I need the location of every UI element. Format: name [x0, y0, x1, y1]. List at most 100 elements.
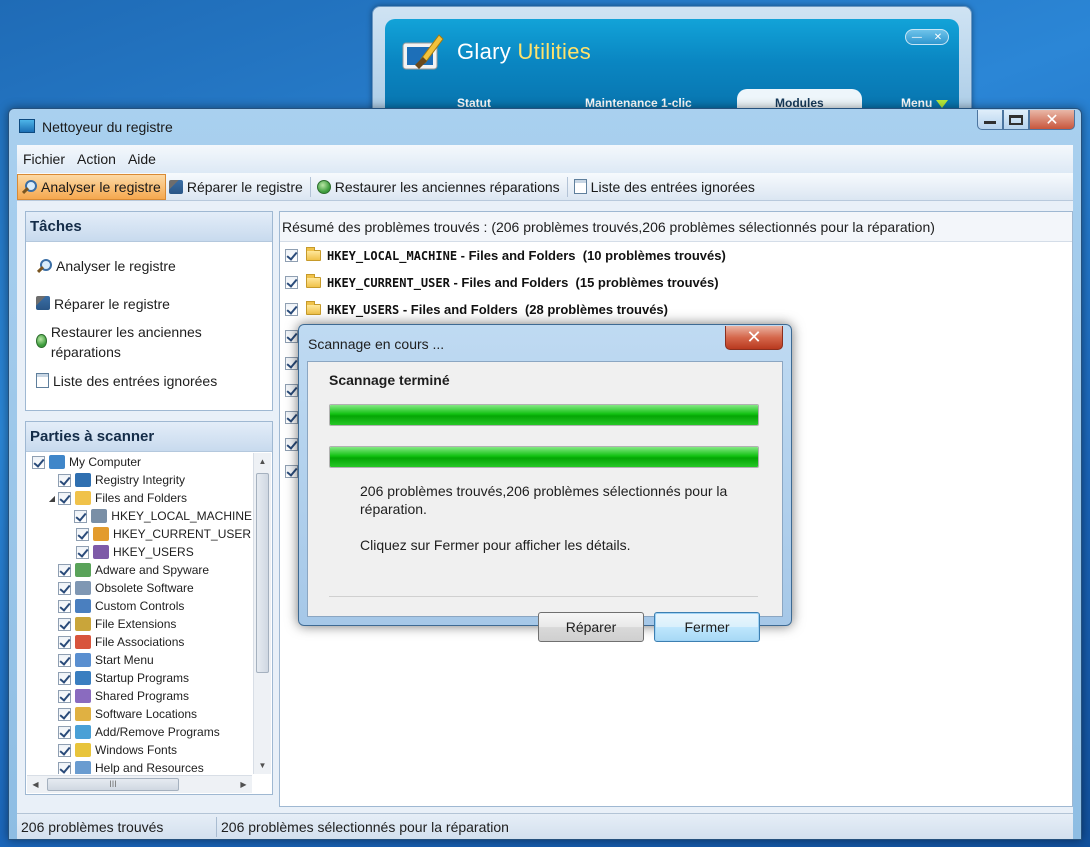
scan-parts-header: Parties à scanner: [26, 422, 272, 452]
result-checkbox[interactable]: [285, 303, 298, 316]
tree-node[interactable]: Add/Remove Programs: [26, 723, 252, 741]
tree-checkbox[interactable]: [58, 473, 71, 487]
tree-node[interactable]: Startup Programs: [26, 669, 252, 687]
scroll-up-icon[interactable]: ▲: [254, 453, 271, 470]
restore-icon: [316, 179, 331, 194]
tree-checkbox[interactable]: [58, 563, 71, 577]
scroll-down-icon[interactable]: ▼: [254, 757, 271, 774]
tree-checkbox[interactable]: [74, 509, 88, 523]
close-dialog-button[interactable]: Fermer: [654, 612, 760, 642]
maximize-button[interactable]: [1003, 110, 1029, 130]
tree-node[interactable]: Custom Controls: [26, 597, 252, 615]
task-ignored-list[interactable]: Liste des entrées ignorées: [26, 371, 272, 391]
close-icon[interactable]: ✕: [934, 32, 942, 43]
result-checkbox[interactable]: [285, 465, 298, 478]
menu-arrow-icon: [936, 99, 949, 108]
tree-node[interactable]: Registry Integrity: [26, 471, 252, 489]
tree-checkbox[interactable]: [76, 527, 89, 541]
result-row[interactable]: HKEY_LOCAL_MACHINE - Files and Folders (…: [280, 242, 1072, 269]
result-checkbox[interactable]: [285, 276, 298, 289]
tree-checkbox[interactable]: [58, 653, 71, 667]
tree-node-label: File Extensions: [95, 617, 177, 631]
result-row[interactable]: HKEY_USERS - Files and Folders (28 probl…: [280, 296, 1072, 323]
result-row[interactable]: HKEY_CURRENT_USER - Files and Folders (1…: [280, 269, 1072, 296]
tree-checkbox[interactable]: [58, 671, 71, 685]
collapse-arrow-icon[interactable]: ◢: [46, 492, 58, 504]
tree-node[interactable]: ◢ Files and Folders: [26, 489, 252, 507]
tree-node[interactable]: Windows Fonts: [26, 741, 252, 759]
tree-node[interactable]: File Extensions: [26, 615, 252, 633]
dialog-body: Scannage terminé 206 problèmes trouvés,2…: [307, 361, 783, 642]
horizontal-scrollbar[interactable]: ◀ III ▶: [27, 775, 252, 793]
result-checkbox[interactable]: [285, 357, 298, 370]
tree-node-label: Windows Fonts: [95, 743, 178, 757]
tree-checkbox[interactable]: [58, 599, 71, 613]
vertical-scrollbar[interactable]: ▲ ▼: [253, 453, 271, 774]
task-restore[interactable]: Restaurer les anciennes réparations: [26, 322, 226, 362]
scroll-right-icon[interactable]: ▶: [235, 776, 252, 793]
result-checkbox[interactable]: [285, 249, 298, 262]
folder-icon: [306, 274, 321, 288]
minimize-icon[interactable]: —: [912, 32, 922, 43]
tree-checkbox[interactable]: [58, 725, 71, 739]
tree-checkbox[interactable]: [58, 689, 71, 703]
caption-buttons: ✕: [977, 110, 1075, 130]
minimize-button[interactable]: [977, 110, 1003, 130]
scan-tree: My Computer Registry Integrity ◢ Files and …: [26, 452, 252, 774]
scroll-left-icon[interactable]: ◀: [27, 776, 44, 793]
analyze-registry-button[interactable]: Analyser le registre: [17, 173, 166, 200]
tree-node-label: Start Menu: [95, 653, 154, 667]
result-checkbox[interactable]: [285, 384, 298, 397]
tree-node[interactable]: Help and Resources: [26, 759, 252, 774]
tree-checkbox[interactable]: [58, 635, 71, 649]
scroll-thumb[interactable]: [256, 473, 269, 673]
tree-checkbox[interactable]: [58, 581, 71, 595]
menu-fichier[interactable]: Fichier: [23, 151, 65, 167]
tree-checkbox[interactable]: [58, 491, 71, 505]
tree-checkbox[interactable]: [58, 761, 71, 774]
result-checkbox[interactable]: [285, 438, 298, 451]
dialog-divider: [329, 596, 758, 597]
tree-node[interactable]: My Computer: [26, 453, 252, 471]
tree-checkbox[interactable]: [58, 743, 71, 757]
dialog-close-button[interactable]: ✕: [725, 326, 783, 350]
tree-checkbox[interactable]: [58, 707, 71, 721]
tree-node[interactable]: HKEY_CURRENT_USER: [26, 525, 252, 543]
ignored-entries-button[interactable]: Liste des entrées ignorées: [571, 174, 759, 200]
tree-node-label: HKEY_USERS: [113, 545, 194, 559]
tree-node[interactable]: Start Menu: [26, 651, 252, 669]
tree-node[interactable]: HKEY_LOCAL_MACHINE: [26, 507, 252, 525]
close-button[interactable]: ✕: [1029, 110, 1075, 130]
tree-checkbox[interactable]: [58, 617, 71, 631]
progress-bar-2: [329, 446, 759, 468]
category-icon: [75, 671, 91, 685]
tree-node[interactable]: Software Locations: [26, 705, 252, 723]
menu-aide[interactable]: Aide: [128, 151, 156, 167]
restore-repairs-button[interactable]: Restaurer les anciennes réparations: [314, 174, 564, 200]
hscroll-thumb[interactable]: III: [47, 778, 179, 791]
minimize-icon: [984, 121, 996, 124]
repair-icon: [168, 179, 183, 194]
task-repair[interactable]: Réparer le registre: [26, 294, 272, 314]
result-checkbox[interactable]: [285, 330, 298, 343]
result-checkbox[interactable]: [285, 411, 298, 424]
tree-node[interactable]: HKEY_USERS: [26, 543, 252, 561]
category-icon: [75, 473, 91, 487]
glary-window-controls[interactable]: — ✕: [905, 29, 949, 45]
repair-registry-button[interactable]: Réparer le registre: [166, 174, 307, 200]
list-icon: [573, 179, 587, 194]
category-icon: [75, 563, 91, 577]
tree-checkbox[interactable]: [76, 545, 89, 559]
repair-button[interactable]: Réparer: [538, 612, 644, 642]
tree-node[interactable]: Shared Programs: [26, 687, 252, 705]
menu-action[interactable]: Action: [77, 151, 116, 167]
task-analyze[interactable]: Analyser le registre: [26, 256, 272, 276]
tree-checkbox[interactable]: [32, 455, 45, 469]
category-icon: [75, 599, 91, 613]
tree-node-label: Software Locations: [95, 707, 198, 721]
tree-node[interactable]: Adware and Spyware: [26, 561, 252, 579]
tree-node[interactable]: File Associations: [26, 633, 252, 651]
tree-node[interactable]: Obsolete Software: [26, 579, 252, 597]
